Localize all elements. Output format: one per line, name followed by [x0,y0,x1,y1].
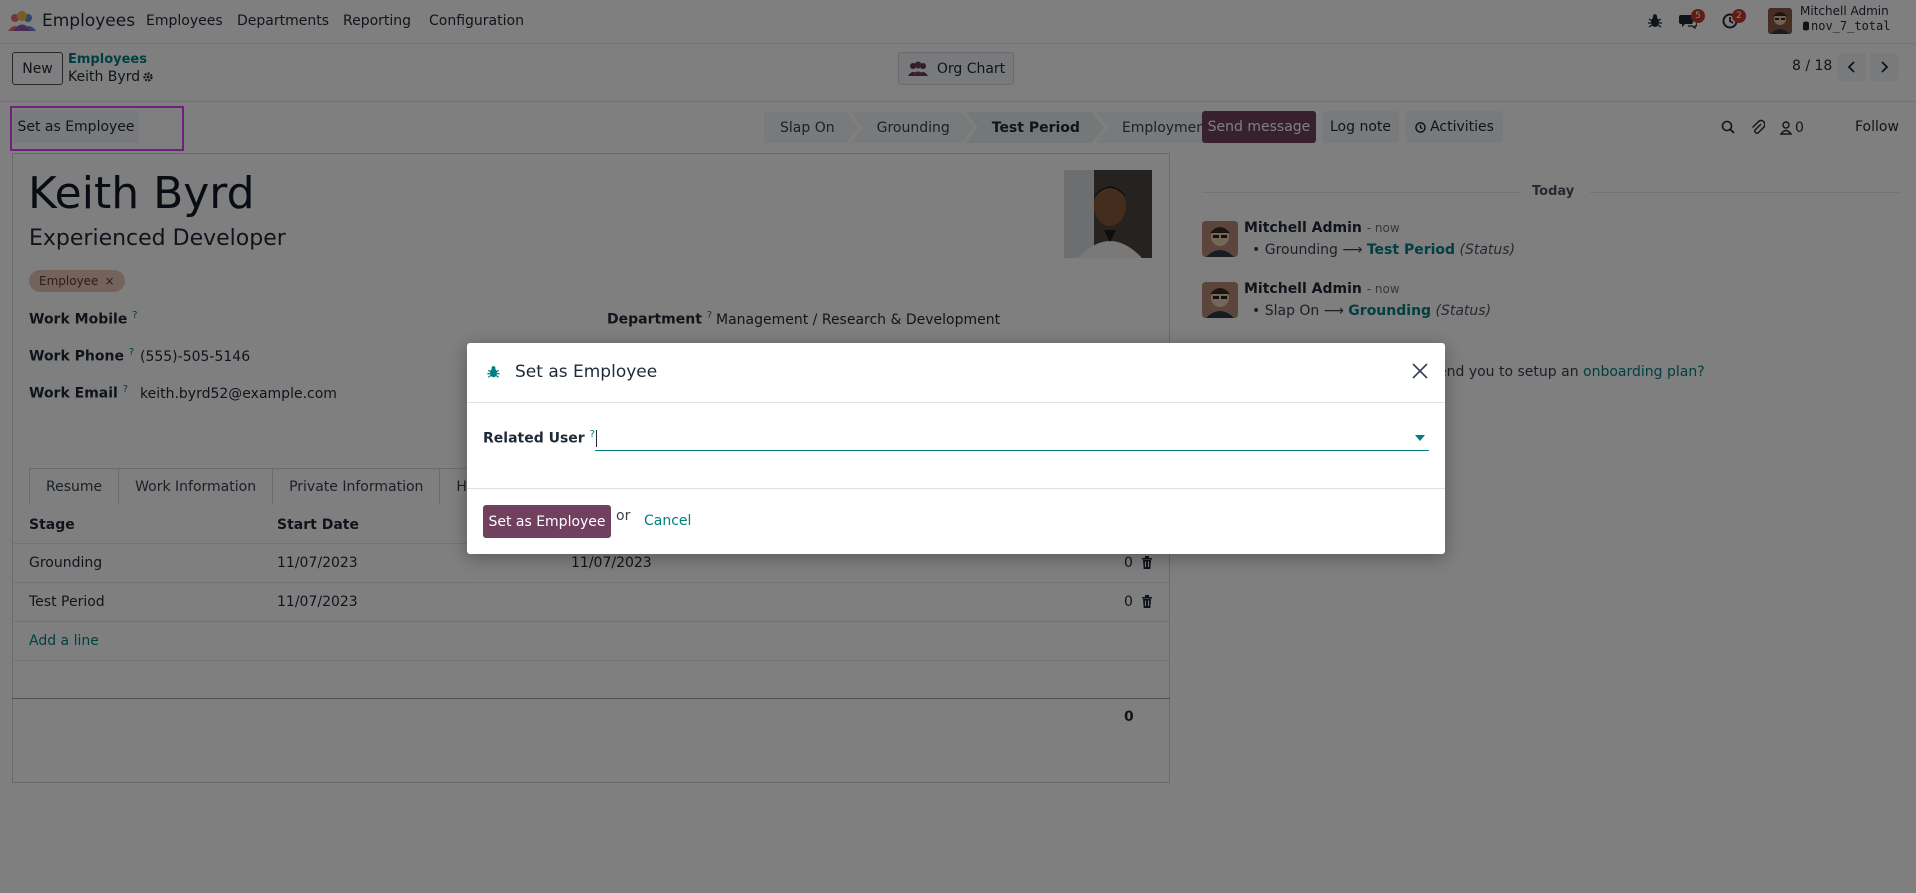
related-user-input[interactable] [595,425,1429,451]
close-icon[interactable] [1412,363,1428,379]
related-user-label: Related User ? [483,429,595,447]
set-as-employee-dialog: Set as Employee Related User ? Set as Em… [467,343,1445,554]
confirm-set-as-employee-button[interactable]: Set as Employee [483,505,611,538]
or-text: or [616,508,631,524]
text-cursor [596,430,597,447]
divider [467,488,1445,489]
caret-down-icon[interactable] [1415,435,1425,441]
cancel-button[interactable]: Cancel [644,513,691,529]
bug-icon [487,365,500,379]
dialog-title: Set as Employee [515,362,658,382]
divider [467,402,1445,403]
